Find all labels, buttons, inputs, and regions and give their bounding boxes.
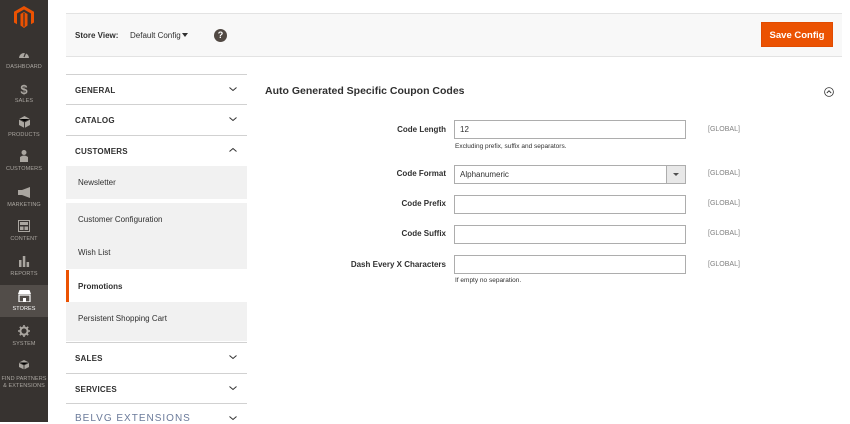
nav-label: SALES (14, 98, 34, 104)
section-title: GENERAL (75, 86, 116, 95)
code-prefix-label: Code Prefix (401, 199, 446, 208)
subsection-label: Promotions (78, 282, 123, 291)
section-title: CUSTOMERS (75, 147, 128, 156)
scope-label: [GLOBAL] (708, 170, 740, 177)
chevron-down-icon (229, 386, 237, 391)
nav-customers[interactable]: CUSTOMERS (0, 150, 48, 172)
caret-down-icon[interactable] (182, 33, 188, 37)
chevron-down-icon (229, 117, 237, 122)
collapse-circle-icon[interactable] (824, 87, 834, 97)
subsection-label: Newsletter (78, 178, 116, 187)
scope-label: [GLOBAL] (708, 126, 740, 133)
dash-every-input[interactable] (454, 255, 686, 274)
chevron-down-icon (229, 355, 237, 360)
dash-every-note: If empty no separation. (455, 277, 522, 284)
nav-label: SYSTEM (12, 341, 36, 347)
nav-system[interactable]: SYSTEM (0, 325, 48, 347)
code-suffix-label: Code Suffix (401, 229, 446, 238)
code-prefix-input[interactable] (454, 195, 686, 214)
scope-label: [GLOBAL] (708, 230, 740, 237)
gear-icon (0, 325, 48, 341)
nav-label: CONTENT (10, 236, 38, 242)
admin-menu: DASHBOARD $ SALES PRODUCTS CUSTOMERS MAR… (0, 0, 48, 422)
nav-find-partners[interactable]: FIND PARTNERS & EXTENSIONS (0, 360, 48, 392)
subsection-customer-configuration[interactable]: Customer Configuration (66, 203, 247, 236)
select-arrow-icon[interactable] (666, 166, 685, 183)
section-services[interactable]: SERVICES (66, 373, 247, 404)
code-format-value: Alphanumeric (460, 170, 509, 179)
subsection-newsletter[interactable]: Newsletter (66, 166, 247, 199)
nav-content[interactable]: CONTENT (0, 220, 48, 242)
nav-label: PRODUCTS (8, 132, 40, 138)
code-format-select[interactable]: Alphanumeric (454, 165, 686, 184)
nav-dashboard[interactable]: DASHBOARD (0, 48, 48, 70)
chevron-down-icon (229, 87, 237, 92)
nav-label: REPORTS (10, 271, 38, 277)
nav-label-line2: & EXTENSIONS (3, 383, 45, 389)
dollar-icon: $ (20, 82, 28, 97)
subsection-label: Wish List (78, 248, 111, 257)
code-format-label: Code Format (396, 169, 446, 178)
section-title: BELVG EXTENSIONS (75, 413, 191, 424)
code-length-label: Code Length (397, 125, 446, 134)
scope-label: [GLOBAL] (708, 200, 740, 207)
storefront-icon (0, 290, 48, 306)
nav-label: STORES (12, 306, 36, 312)
chevron-up-icon (229, 147, 237, 152)
nav-label: MARKETING (7, 202, 41, 208)
nav-sales[interactable]: $ SALES (0, 82, 48, 104)
nav-label: FIND PARTNERS (1, 376, 47, 382)
nav-label: DASHBOARD (6, 64, 42, 70)
section-title: CATALOG (75, 116, 115, 125)
dashboard-icon (0, 48, 48, 64)
layout-icon (0, 220, 48, 236)
scope-label: [GLOBAL] (708, 261, 740, 268)
save-config-button[interactable]: Save Config (761, 22, 833, 47)
nav-marketing[interactable]: MARKETING (0, 186, 48, 208)
section-customers[interactable]: CUSTOMERS (66, 135, 247, 166)
fieldset-title[interactable]: Auto Generated Specific Coupon Codes (265, 85, 465, 97)
nav-reports[interactable]: REPORTS (0, 255, 48, 277)
cube-icon (0, 116, 48, 132)
cubes-icon (0, 360, 48, 376)
bar-chart-icon (0, 255, 48, 271)
store-view-switcher[interactable]: Default Config (130, 31, 181, 40)
subsection-label: Customer Configuration (78, 215, 163, 224)
section-general[interactable]: GENERAL (66, 74, 247, 105)
chevron-down-icon (229, 416, 237, 421)
section-title: SERVICES (75, 385, 117, 394)
subsection-persistent-shopping-cart[interactable]: Persistent Shopping Cart (66, 302, 247, 341)
section-catalog[interactable]: CATALOG (66, 104, 247, 135)
dash-every-label: Dash Every X Characters (350, 260, 446, 269)
megaphone-icon (0, 186, 48, 202)
nav-stores[interactable]: STORES (0, 285, 48, 317)
subsection-promotions[interactable]: Promotions (66, 270, 247, 303)
nav-products[interactable]: PRODUCTS (0, 116, 48, 138)
help-icon[interactable]: ? (214, 29, 227, 42)
subsection-label: Persistent Shopping Cart (78, 314, 167, 323)
section-title: SALES (75, 354, 103, 363)
subsection-wish-list[interactable]: Wish List (66, 236, 247, 269)
person-icon (0, 150, 48, 166)
nav-label: CUSTOMERS (6, 166, 42, 172)
code-length-note: Excluding prefix, suffix and separators. (455, 143, 567, 150)
store-view-bar: Store View: Default Config ? (66, 13, 842, 57)
section-sales[interactable]: SALES (66, 342, 247, 373)
code-length-input[interactable]: 12 (454, 120, 686, 139)
magento-logo-icon[interactable] (14, 6, 34, 28)
section-belvg-extensions[interactable]: BELVG EXTENSIONS (66, 403, 247, 424)
code-suffix-input[interactable] (454, 225, 686, 244)
store-view-label: Store View: (75, 31, 119, 40)
